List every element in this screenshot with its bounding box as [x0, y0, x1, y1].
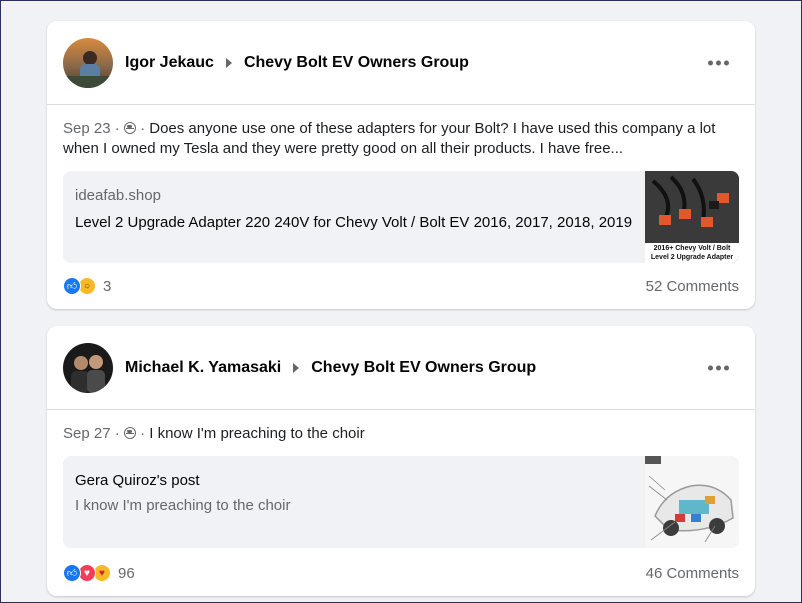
author-name[interactable]: Michael K. Yamasaki [125, 359, 281, 377]
post-header-names: Michael K. Yamasaki Chevy Bolt EV Owners… [125, 359, 536, 377]
thumbnail-caption: 2016+ Chevy Volt / Bolt Level 2 Upgrade … [645, 243, 739, 263]
globe-icon [123, 122, 136, 134]
shared-post-text: Gera Quiroz's post I know I'm preaching … [63, 456, 645, 548]
caret-right-icon [293, 362, 300, 373]
post-text: Sep 23 · · Does anyone use one of these … [63, 119, 739, 159]
like-icon: 👍︎ [63, 564, 81, 582]
post-date[interactable]: Sep 27 [63, 425, 111, 442]
link-preview-text: ideafab.shop Level 2 Upgrade Adapter 220… [63, 171, 645, 263]
post-header: Michael K. Yamasaki Chevy Bolt EV Owners… [47, 326, 755, 410]
reaction-count: 96 [118, 564, 135, 582]
shared-post-preview[interactable]: Gera Quiroz's post I know I'm preaching … [63, 456, 739, 548]
post-message: I know I'm preaching to the choir [149, 425, 365, 442]
post-date[interactable]: Sep 23 [63, 120, 111, 137]
shared-post-message: I know I'm preaching to the choir [75, 497, 291, 514]
reaction-count: 3 [103, 277, 112, 295]
author-name[interactable]: Igor Jekauc [125, 54, 214, 72]
post-message: Does anyone use one of these adapters fo… [63, 120, 716, 157]
like-icon: 👍︎ [63, 277, 81, 295]
more-options-icon[interactable] [708, 60, 729, 65]
meta-separator: · [140, 120, 146, 137]
link-title: Level 2 Upgrade Adapter 220 240V for Che… [75, 214, 633, 231]
link-domain: ideafab.shop [75, 187, 161, 204]
meta-separator: · [114, 120, 120, 137]
group-name[interactable]: Chevy Bolt EV Owners Group [244, 54, 469, 72]
shared-post-title: Gera Quiroz's post [75, 472, 200, 489]
post-header: Igor Jekauc Chevy Bolt EV Owners Group [47, 21, 755, 105]
globe-icon [123, 427, 136, 439]
post-card: Igor Jekauc Chevy Bolt EV Owners Group S… [47, 21, 755, 309]
shared-post-thumbnail [645, 456, 739, 548]
post-body: Sep 27 · · I know I'm preaching to the c… [47, 410, 755, 548]
post-text: Sep 27 · · I know I'm preaching to the c… [63, 424, 739, 444]
meta-separator: · [140, 425, 146, 442]
post-body: Sep 23 · · Does anyone use one of these … [47, 105, 755, 263]
post-footer: 👍︎ ♥ ♥ 96 46 Comments [63, 564, 739, 582]
author-avatar[interactable] [63, 37, 113, 88]
link-thumbnail: 2016+ Chevy Volt / Bolt Level 2 Upgrade … [645, 171, 739, 263]
post-header-names: Igor Jekauc Chevy Bolt EV Owners Group [125, 54, 469, 72]
comments-count[interactable]: 46 Comments [646, 565, 739, 582]
link-preview[interactable]: ideafab.shop Level 2 Upgrade Adapter 220… [63, 171, 739, 263]
post-card: Michael K. Yamasaki Chevy Bolt EV Owners… [47, 326, 755, 596]
reactions-summary[interactable]: 👍︎ ○ 3 [63, 277, 111, 295]
comments-count[interactable]: 52 Comments [646, 278, 739, 295]
more-options-icon[interactable] [708, 365, 729, 370]
caret-right-icon [225, 57, 232, 68]
group-name[interactable]: Chevy Bolt EV Owners Group [311, 359, 536, 377]
author-avatar[interactable] [63, 342, 113, 393]
post-footer: 👍︎ ○ 3 52 Comments [63, 277, 739, 295]
meta-separator: · [114, 425, 120, 442]
reactions-summary[interactable]: 👍︎ ♥ ♥ 96 [63, 564, 135, 582]
